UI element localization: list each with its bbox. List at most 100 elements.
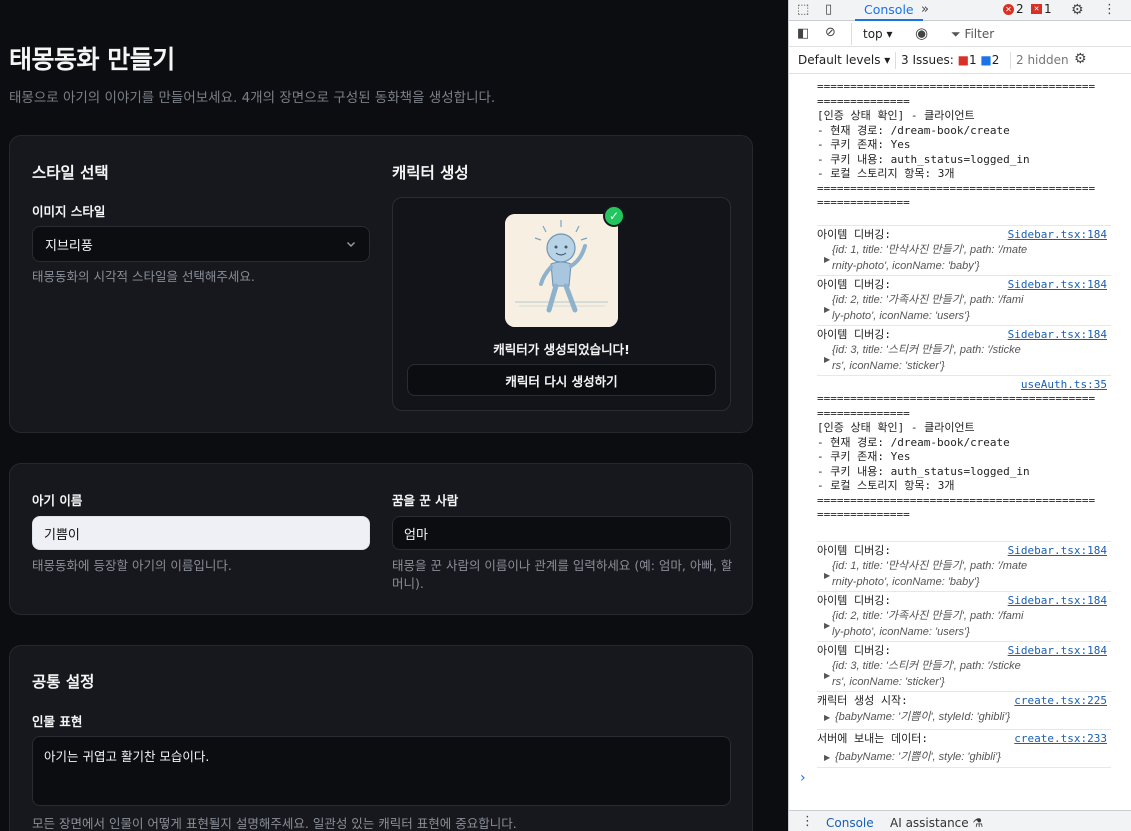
levels-divider — [895, 52, 896, 69]
chevron-down-icon — [347, 242, 355, 247]
source-link[interactable]: Sidebar.tsx:184 — [1008, 228, 1107, 241]
console-object[interactable]: {id: 2, title: '가족사진 만들기', path: '/fami l… — [832, 292, 1104, 324]
console-prompt-icon[interactable]: › — [800, 770, 806, 786]
kebab-menu-icon[interactable]: ⋮ — [1103, 2, 1116, 17]
expand-arrow-icon[interactable]: ▶ — [824, 621, 830, 630]
console-object[interactable]: {id: 1, title: '만삭사진 만들기', path: '/mate r… — [832, 242, 1104, 274]
log-divider — [817, 691, 1111, 692]
character-expression-help: 모든 장면에서 인물이 어떻게 표현될지 설명해주세요. 일관성 있는 캐릭터 … — [32, 816, 517, 831]
image-style-value: 지브리풍 — [45, 238, 93, 254]
source-link[interactable]: useAuth.ts:35 — [1021, 378, 1107, 391]
error-icon: ✕ — [1003, 3, 1014, 15]
baby-name-help: 태몽동화에 등장할 아기의 이름입니다. — [32, 558, 232, 573]
live-expression-eye-icon[interactable]: ◉ — [915, 24, 928, 42]
dreamer-input[interactable]: 엄마 — [392, 516, 731, 550]
hidden-count: 2 hidden — [1016, 53, 1069, 67]
baby-name-label: 아기 이름 — [32, 493, 83, 508]
expand-arrow-icon[interactable]: ▶ — [824, 753, 830, 762]
source-link[interactable]: Sidebar.tsx:184 — [1008, 544, 1107, 557]
drawer-tab-ai-assistance[interactable]: AI assistance ⚗ — [890, 816, 983, 830]
success-check-icon: ✓ — [603, 205, 625, 227]
console-toolbar-levels: Default levels ▾ 3 Issues: ■1 ■2 2 hidde… — [789, 48, 1131, 74]
log-divider — [817, 591, 1111, 592]
console-object[interactable]: {id: 3, title: '스티커 만들기', path: '/sticke… — [832, 342, 1104, 374]
expand-arrow-icon[interactable]: ▶ — [824, 671, 830, 680]
devtools-tabbar: ⬚ ▯ Console » ✕ 2 ✕ 1 ⚙ ⋮ — [789, 0, 1131, 21]
issues-button[interactable]: 3 Issues: ■1 ■2 — [901, 53, 999, 67]
log-divider — [817, 767, 1111, 768]
devtools-panel: ⬚ ▯ Console » ✕ 2 ✕ 1 ⚙ ⋮ ◧ ⊘ top ▾ ◉ ⏷ Fi… — [788, 0, 1131, 831]
console-settings-icon[interactable]: ⚙ — [1074, 51, 1087, 67]
clear-console-icon[interactable]: ⊘ — [825, 25, 836, 40]
character-expression-label: 인물 표현 — [32, 714, 83, 729]
source-link[interactable]: create.tsx:233 — [1014, 732, 1107, 745]
console-log-auth-1: ========================================… — [817, 80, 1096, 209]
log-divider — [817, 641, 1111, 642]
regenerate-character-button[interactable]: 캐릭터 다시 생성하기 — [407, 364, 716, 396]
drawer-tab-console[interactable]: Console — [826, 816, 874, 830]
log-divider — [817, 729, 1111, 730]
toolbar-divider — [851, 23, 852, 45]
character-image — [505, 214, 618, 327]
style-character-card: 스타일 선택 이미지 스타일 지브리풍 태몽동화의 시각적 스타일을 선택해주세… — [9, 135, 753, 433]
expand-arrow-icon[interactable]: ▶ — [824, 305, 830, 314]
filter-funnel-icon: ⏷ — [951, 27, 961, 41]
names-card: 아기 이름 기쁨이 태몽동화에 등장할 아기의 이름입니다. 꿈을 꾼 사람 엄… — [9, 463, 753, 615]
tab-console[interactable]: Console — [855, 0, 923, 21]
page-title: 태몽동화 만들기 — [9, 45, 175, 74]
expand-arrow-icon[interactable]: ▶ — [824, 255, 830, 264]
baby-name-input[interactable]: 기쁨이 — [32, 516, 370, 550]
expand-arrow-icon[interactable]: ▶ — [824, 355, 830, 364]
filter-input[interactable]: ⏷ Filter — [951, 27, 994, 42]
character-status: 캐릭터가 생성되었습니다! — [493, 342, 630, 357]
error-count[interactable]: ✕ 2 — [1003, 2, 1024, 16]
console-object[interactable]: {babyName: '기쁨이', style: 'ghibli'} — [835, 749, 1107, 765]
sidebar-toggle-icon[interactable]: ◧ — [797, 26, 809, 41]
devtools-drawer-bar: ⋮ Console AI assistance ⚗ — [789, 810, 1131, 831]
image-style-label: 이미지 스타일 — [32, 204, 106, 219]
drawer-menu-icon[interactable]: ⋮ — [801, 814, 814, 829]
settings-gear-icon[interactable]: ⚙ — [1071, 2, 1084, 18]
app-main: 태몽동화 만들기 태몽으로 아기의 이야기를 만들어보세요. 4개의 장면으로 … — [0, 0, 788, 831]
device-toggle-icon[interactable]: ▯ — [825, 2, 832, 17]
common-settings-card: 공통 설정 인물 표현 아기는 귀엽고 활기찬 모습이다. 모든 장면에서 인물… — [9, 645, 753, 831]
console-object[interactable]: {id: 2, title: '가족사진 만들기', path: '/fami l… — [832, 608, 1104, 640]
source-link[interactable]: Sidebar.tsx:184 — [1008, 328, 1107, 341]
issue-info-icon: ■ — [980, 53, 992, 67]
source-link[interactable]: Sidebar.tsx:184 — [1008, 644, 1107, 657]
console-toolbar: ◧ ⊘ top ▾ ◉ ⏷ Filter — [789, 23, 1131, 47]
page-subtitle: 태몽으로 아기의 이야기를 만들어보세요. 4개의 장면으로 구성된 동화책을 … — [9, 90, 496, 106]
log-divider — [817, 375, 1111, 376]
expand-arrow-icon[interactable]: ▶ — [824, 571, 830, 580]
source-link[interactable]: Sidebar.tsx:184 — [1008, 278, 1107, 291]
log-levels-select[interactable]: Default levels ▾ — [798, 53, 890, 67]
source-link[interactable]: Sidebar.tsx:184 — [1008, 594, 1107, 607]
character-panel: ✓ 캐릭터가 생성되었습니다! 캐릭터 다시 생성하기 — [392, 197, 731, 411]
character-expression-textarea[interactable]: 아기는 귀엽고 활기찬 모습이다. — [32, 736, 731, 806]
image-style-select[interactable]: 지브리풍 — [32, 226, 370, 262]
warning-count[interactable]: ✕ 1 — [1031, 2, 1052, 16]
log-divider — [817, 275, 1111, 276]
more-tabs-icon[interactable]: » — [921, 2, 929, 17]
issue-error-icon: ■ — [957, 53, 969, 67]
console-log-auth-2: ========================================… — [817, 392, 1096, 521]
log-divider — [817, 325, 1111, 326]
console-object[interactable]: {babyName: '기쁨이', styleId: 'ghibli'} — [835, 709, 1107, 725]
character-heading: 캐릭터 생성 — [392, 164, 469, 182]
style-heading: 스타일 선택 — [32, 164, 109, 182]
issues-divider — [1010, 52, 1011, 69]
common-heading: 공통 설정 — [32, 673, 95, 691]
inspect-icon[interactable]: ⬚ — [797, 2, 809, 17]
expand-arrow-icon[interactable]: ▶ — [824, 713, 830, 722]
log-divider — [817, 541, 1111, 542]
flask-icon: ⚗ — [972, 816, 984, 830]
context-select[interactable]: top ▾ — [863, 27, 893, 41]
source-link[interactable]: create.tsx:225 — [1014, 694, 1107, 707]
console-object[interactable]: {id: 3, title: '스티커 만들기', path: '/sticke… — [832, 658, 1104, 690]
issue-flag-icon: ✕ — [1031, 4, 1042, 14]
image-style-help: 태몽동화의 시각적 스타일을 선택해주세요. — [32, 269, 255, 284]
log-divider — [817, 225, 1111, 226]
dreamer-help: 태몽을 꾼 사람의 이름이나 관계를 입력하세요 (예: 엄마, 아빠, 할 머니… — [392, 558, 733, 591]
console-object[interactable]: {id: 1, title: '만삭사진 만들기', path: '/mate r… — [832, 558, 1104, 590]
dreamer-label: 꿈을 꾼 사람 — [392, 493, 459, 508]
